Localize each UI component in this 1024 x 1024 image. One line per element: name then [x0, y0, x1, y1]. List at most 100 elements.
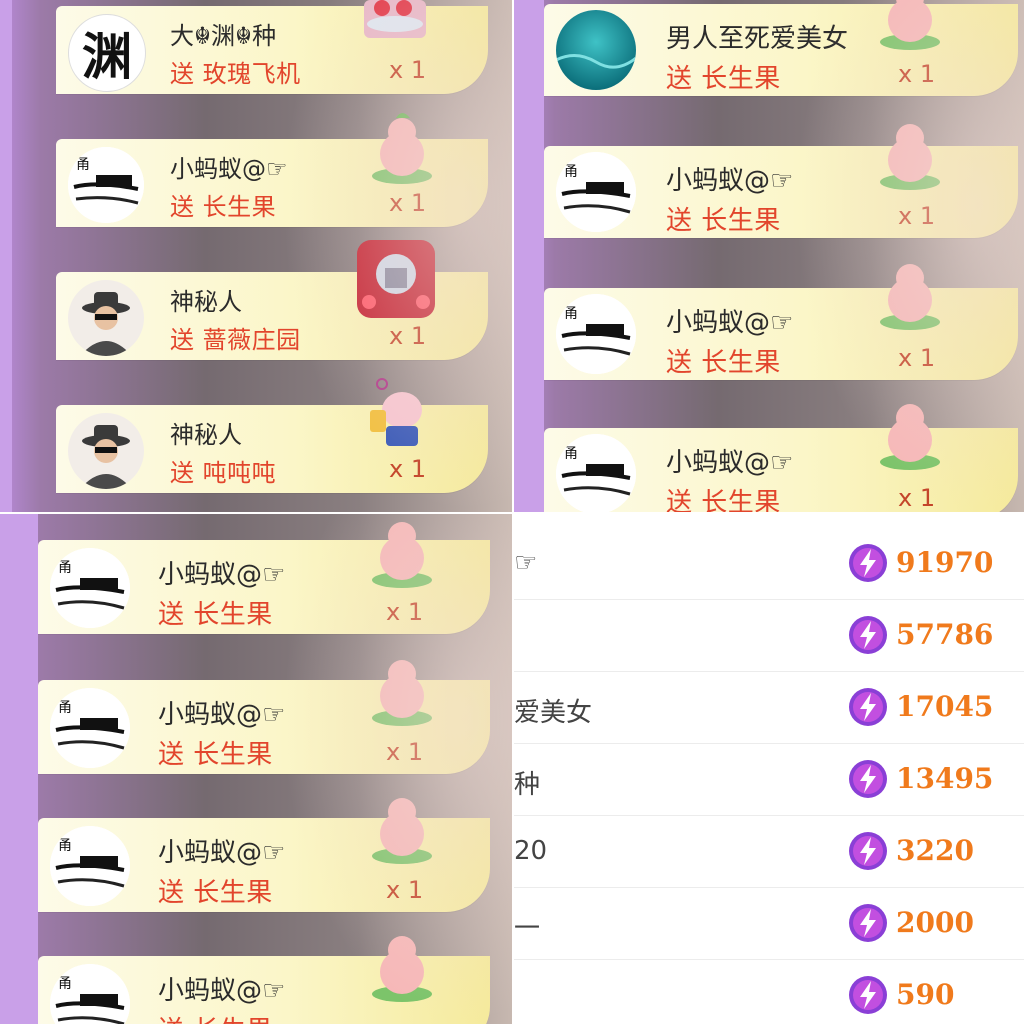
ink-boat-avatar-icon: 甬: [50, 548, 130, 628]
avatar[interactable]: 甬: [50, 548, 130, 628]
ink-boat-avatar-icon: 甬: [556, 434, 636, 512]
gift-row: 甬 小蚂蚁@☞ 送 长生果 x 1: [544, 428, 1018, 512]
avatar[interactable]: 甬: [556, 152, 636, 232]
ranking-row[interactable]: 20 3220: [514, 816, 1024, 888]
gift-label: 送 长生果: [666, 348, 781, 378]
avatar[interactable]: [556, 10, 636, 90]
gift-count: x 1: [898, 484, 936, 512]
ink-boat-avatar-icon: 甬: [50, 688, 130, 768]
sender-name: 小蚂蚁@☞: [158, 700, 286, 730]
sender-name: 男人至死爱美女: [666, 24, 849, 54]
contribution-ranking-list: ☞ 91970 57786 爱美女 17045 种 13495 20 3220 …: [514, 514, 1024, 1024]
longevity-fruit-gift-icon: [366, 106, 438, 186]
svg-text:甬: 甬: [58, 838, 72, 854]
gift-label: 送 长生果: [666, 64, 781, 94]
avatar[interactable]: 渊: [68, 14, 146, 92]
sender-name: 小蚂蚁@☞: [158, 560, 286, 590]
ranking-row[interactable]: 种 13495: [514, 744, 1024, 816]
gift-feed-panel-bottom-left: 甬 小蚂蚁@☞ 送 长生果 x 1 甬 小蚂蚁@☞ 送 长生果 x 1 甬 小蚂…: [0, 514, 512, 1024]
svg-text:甬: 甬: [564, 446, 578, 462]
side-strip: [514, 0, 544, 512]
ranking-user-name: 一: [514, 914, 541, 944]
gift-count: x 1: [386, 876, 424, 904]
hat-man-avatar-icon: [80, 292, 132, 356]
gift-count: x 1: [898, 60, 936, 88]
svg-text:甬: 甬: [58, 560, 72, 576]
ink-boat-avatar-icon: 甬: [556, 294, 636, 374]
gift-row: 甬 小蚂蚁@☞ 送 长生果 x 1: [544, 146, 1018, 238]
contribution-score: 2000: [896, 906, 974, 939]
gift-label: 送 长生果: [158, 1010, 273, 1024]
ranking-user-name: 20: [514, 836, 548, 866]
gift-count: x 1: [389, 56, 427, 84]
svg-text:甬: 甬: [76, 157, 90, 173]
rose-airplane-gift-icon: [360, 0, 430, 44]
avatar[interactable]: [68, 413, 144, 489]
ocean-avatar-icon: [556, 10, 636, 90]
ink-boat-avatar-icon: 甬: [556, 152, 636, 232]
contribution-score: 590: [896, 978, 955, 1011]
side-strip: [0, 514, 38, 1024]
sender-name: 神秘人: [170, 421, 242, 449]
gift-count: x 1: [386, 738, 424, 766]
contribution-score: 13495: [896, 762, 994, 795]
svg-text:甬: 甬: [58, 976, 72, 992]
contribution-score: 57786: [896, 618, 994, 651]
avatar[interactable]: 甬: [556, 294, 636, 374]
svg-text:甬: 甬: [564, 164, 578, 180]
gift-feed-panel-top-right: 男人至死爱美女 送 长生果 x 1 甬 小蚂蚁@☞ 送 长生果 x 1 甬 小蚂…: [514, 0, 1024, 512]
gift-label: 送 长生果: [666, 206, 781, 236]
ranking-row[interactable]: 爱美女 17045: [514, 672, 1024, 744]
avatar[interactable]: 甬: [50, 688, 130, 768]
lightning-coin-icon: [849, 904, 887, 942]
svg-text:甬: 甬: [58, 700, 72, 716]
side-strip: [0, 0, 12, 512]
gift-label: 送 长生果: [158, 878, 273, 908]
gift-label: 送 吨吨吨: [170, 459, 277, 487]
ranking-row[interactable]: 590: [514, 960, 1024, 1024]
gift-row: 甬 小蚂蚁@☞ 送 长生果 x 1: [544, 288, 1018, 380]
lightning-coin-icon: [849, 544, 887, 582]
longevity-fruit-gift-icon: [366, 648, 438, 728]
sender-name: 小蚂蚁@☞: [666, 448, 794, 478]
avatar[interactable]: 甬: [556, 434, 636, 512]
gift-count: x 1: [389, 455, 427, 483]
gift-count: x 1: [389, 189, 427, 217]
sender-name: 神秘人: [170, 288, 242, 316]
pig-beer-gift-icon: [362, 374, 434, 454]
lightning-coin-icon: [849, 832, 887, 870]
sender-name: 小蚂蚁@☞: [170, 155, 288, 183]
hat-man-avatar-icon: [80, 425, 132, 489]
ranking-row[interactable]: ☞ 91970: [514, 528, 1024, 600]
sender-name: 小蚂蚁@☞: [158, 838, 286, 868]
ranking-row[interactable]: 57786: [514, 600, 1024, 672]
sender-name: 大☬渊☬种: [170, 22, 277, 50]
contribution-score: 17045: [896, 690, 994, 723]
gift-feed-panel-top-left: 渊 大☬渊☬种 送 玫瑰飞机 x 1 甬 小蚂蚁@☞ 送 长生果 x 1 神秘人…: [0, 0, 512, 512]
sender-name: 小蚂蚁@☞: [666, 166, 794, 196]
avatar[interactable]: 甬: [50, 826, 130, 906]
gift-label: 送 长生果: [158, 740, 273, 770]
contribution-score: 3220: [896, 834, 974, 867]
sender-name: 小蚂蚁@☞: [666, 308, 794, 338]
contribution-score: 91970: [896, 546, 994, 579]
avatar[interactable]: [68, 280, 144, 356]
lightning-coin-icon: [849, 688, 887, 726]
ranking-user-name: ☞: [514, 548, 538, 578]
gift-label: 送 蔷薇庄园: [170, 326, 301, 354]
gift-label: 送 长生果: [158, 600, 273, 630]
gift-count: x 1: [389, 322, 427, 350]
ranking-row[interactable]: 一 2000: [514, 888, 1024, 960]
avatar[interactable]: 甬: [50, 964, 130, 1024]
ranking-user-name: 种: [514, 770, 541, 800]
yuan-char-avatar-icon: 渊: [82, 27, 132, 86]
ranking-user-name: 爱美女: [514, 698, 593, 728]
avatar[interactable]: 甬: [68, 147, 144, 223]
longevity-fruit-gift-icon: [874, 252, 946, 332]
ink-boat-avatar-icon: 甬: [68, 147, 144, 223]
sender-name: 小蚂蚁@☞: [158, 976, 286, 1006]
longevity-fruit-gift-icon: [366, 924, 438, 1004]
gift-label: 送 长生果: [170, 193, 277, 221]
gift-count: x 1: [898, 202, 936, 230]
longevity-fruit-gift-icon: [874, 392, 946, 472]
